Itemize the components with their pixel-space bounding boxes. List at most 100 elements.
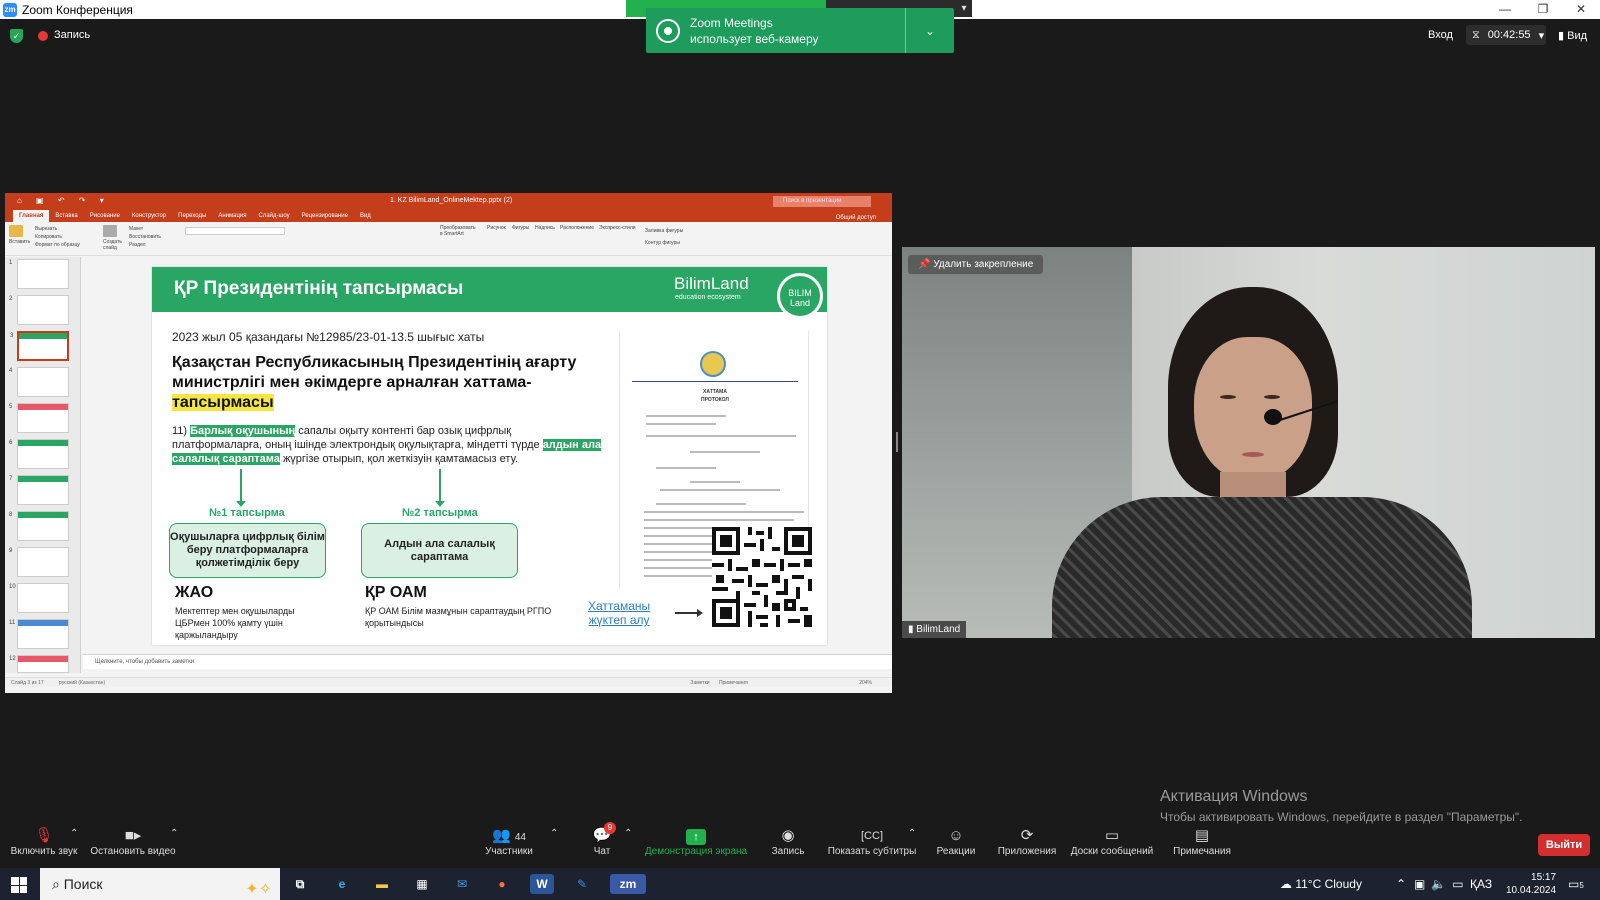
participants-button[interactable]: 👥 44 Участники bbox=[484, 826, 534, 857]
qr-code-icon[interactable] bbox=[712, 527, 812, 627]
chevron-up-icon[interactable]: ⌃ bbox=[70, 828, 78, 839]
store-icon[interactable]: ▦ bbox=[410, 874, 434, 894]
firefox-icon[interactable]: ● bbox=[490, 874, 514, 894]
slide-thumbnail[interactable]: 11 bbox=[9, 619, 69, 649]
layout-button[interactable]: Макет bbox=[129, 225, 161, 233]
unpin-button[interactable]: 📌 Удалить закрепление bbox=[908, 255, 1044, 274]
file-explorer-icon[interactable]: ▬ bbox=[370, 874, 394, 894]
slide-thumbnail[interactable]: 5 bbox=[9, 403, 69, 433]
download-protocol-link[interactable]: Хаттаманы жүктеп алу bbox=[588, 599, 650, 627]
tab-home[interactable]: Главная bbox=[13, 210, 50, 222]
tab-transitions[interactable]: Переходы bbox=[172, 210, 212, 222]
notes-button[interactable]: ▤ Примечания bbox=[1170, 826, 1234, 857]
language-label[interactable]: русский (Казахстан) bbox=[59, 680, 105, 686]
zoom-logo-icon: zm bbox=[3, 2, 17, 17]
shape-fill-button[interactable]: Заливка фигуры bbox=[645, 225, 683, 237]
chevron-down-icon[interactable]: ▾ bbox=[956, 0, 972, 17]
recording-label[interactable]: Запись bbox=[54, 29, 90, 41]
minimize-button[interactable]: — bbox=[1486, 0, 1524, 19]
smartart-button[interactable]: Преобразовать в SmartArt bbox=[440, 225, 478, 237]
slide-thumbnail[interactable]: 10 bbox=[9, 583, 69, 613]
picture-button[interactable]: Рисунок bbox=[487, 225, 506, 231]
copy-button[interactable]: Копировать bbox=[35, 233, 80, 241]
share-screen-button[interactable]: ↑ Демонстрация экрана bbox=[644, 826, 748, 857]
comments-toggle[interactable]: Примечания bbox=[719, 680, 748, 686]
mail-icon[interactable]: ✉ bbox=[450, 874, 474, 894]
slide-thumbnail[interactable]: 4 bbox=[9, 367, 69, 397]
format-painter-button[interactable]: Формат по образцу bbox=[35, 241, 80, 249]
slide-thumbnail[interactable]: 8 bbox=[9, 511, 69, 541]
tab-design[interactable]: Конструктор bbox=[126, 210, 172, 222]
cut-button[interactable]: Вырезать bbox=[35, 225, 80, 233]
slide-thumbnail[interactable]: 7 bbox=[9, 475, 69, 505]
chevron-up-icon[interactable]: ⌃ bbox=[170, 828, 178, 839]
camera-in-use-notification[interactable]: Zoom Meetings использует веб-камеру ⌄ bbox=[646, 8, 954, 53]
slide-thumbnails-pane[interactable]: 1 2 3 4 5 6 7 8 9 10 11 12 bbox=[5, 257, 81, 673]
paste-button[interactable]: Вставить bbox=[9, 225, 30, 245]
reset-button[interactable]: Восстановить bbox=[129, 233, 161, 241]
taskbar-search[interactable]: ⌕ Поиск ✦✧ bbox=[40, 868, 280, 900]
view-button[interactable]: ▮ Вид bbox=[1558, 29, 1587, 42]
split-view-handle[interactable] bbox=[896, 432, 898, 452]
meeting-timer[interactable]: ⧖ 00:42:55 ▾ bbox=[1466, 25, 1546, 45]
ppt-ribbon: Вставить Вырезать Копировать Формат по о… bbox=[5, 222, 892, 256]
textbox-button[interactable]: Надпись bbox=[535, 225, 555, 231]
chevron-up-icon[interactable]: ⌃ bbox=[550, 828, 558, 839]
arrange-button[interactable]: Расположение bbox=[560, 225, 594, 231]
tab-view[interactable]: Вид bbox=[354, 210, 377, 222]
ppt-notes-area[interactable]: Щелкните, чтобы добавить заметки bbox=[83, 654, 892, 669]
new-slide-button[interactable]: Создать слайд bbox=[103, 225, 127, 251]
chevron-up-icon[interactable]: ⌃ bbox=[908, 828, 916, 839]
tab-draw[interactable]: Рисование bbox=[84, 210, 126, 222]
weather-widget[interactable]: ☁ 11°C Cloudy bbox=[1280, 868, 1362, 900]
input-language[interactable]: ҚАЗ bbox=[1470, 868, 1492, 900]
show-captions-button[interactable]: [CC] Показать субтитры bbox=[826, 826, 918, 857]
chevron-up-icon[interactable]: ⌃ bbox=[624, 828, 632, 839]
task-view-icon[interactable]: ⧉ bbox=[288, 874, 312, 894]
slide-thumbnail[interactable]: 9 bbox=[9, 547, 69, 577]
slide-canvas[interactable]: ҚР Президентінің тапсырмасы BilimLand ed… bbox=[152, 267, 827, 645]
enter-label[interactable]: Вход bbox=[1428, 29, 1453, 41]
notifications-icon[interactable]: ▭5 bbox=[1568, 868, 1584, 900]
tab-slideshow[interactable]: Слайд-шоу bbox=[252, 210, 295, 222]
leave-meeting-button[interactable]: Выйти bbox=[1538, 834, 1590, 856]
timer-value: 00:42:55 bbox=[1487, 29, 1531, 41]
restore-button[interactable]: ❐ bbox=[1524, 0, 1562, 19]
paint-icon[interactable]: ✎ bbox=[570, 874, 594, 894]
windows-start-icon[interactable] bbox=[11, 877, 27, 893]
slide-thumbnail-selected[interactable]: 3 bbox=[10, 331, 69, 361]
font-select[interactable] bbox=[185, 227, 285, 235]
slide-thumbnail[interactable]: 12 bbox=[9, 655, 69, 673]
chevron-down-icon[interactable]: ⌄ bbox=[906, 24, 954, 38]
zoom-level[interactable]: 204% bbox=[859, 680, 872, 686]
quick-styles-button[interactable]: Экспресс-стили bbox=[599, 225, 636, 231]
tab-insert[interactable]: Вставка bbox=[49, 210, 83, 222]
apps-button[interactable]: ⟳ Приложения bbox=[994, 826, 1060, 857]
zoom-taskbar-icon[interactable]: zm bbox=[610, 874, 646, 894]
sparkle-icon: ✦✧ bbox=[245, 881, 272, 898]
taskbar-clock[interactable]: 15:17 10.04.2024 bbox=[1506, 871, 1556, 897]
edge-browser-icon[interactable]: e bbox=[330, 874, 354, 894]
section-button[interactable]: Раздел bbox=[129, 241, 161, 249]
slide-thumbnail[interactable]: 6 bbox=[9, 439, 69, 469]
slide-thumbnail[interactable]: 2 bbox=[9, 295, 69, 325]
record-button[interactable]: ◉ Запись bbox=[768, 826, 808, 857]
tray-chevron-up-icon[interactable]: ⌃ bbox=[1396, 868, 1406, 900]
tab-review[interactable]: Рецензирование bbox=[296, 210, 354, 222]
stop-video-button[interactable]: ■▸ Остановить видео bbox=[90, 826, 176, 857]
shield-icon[interactable]: ✓ bbox=[10, 29, 23, 43]
word-icon[interactable]: W bbox=[530, 874, 554, 894]
chat-button[interactable]: 💬 9 Чат bbox=[590, 822, 616, 857]
notes-toggle[interactable]: Заметки bbox=[690, 680, 709, 686]
participant-video-tile[interactable]: 📌 Удалить закрепление ▮ BilimLand bbox=[902, 247, 1595, 638]
shape-outline-button[interactable]: Контур фигуры bbox=[645, 237, 683, 249]
shapes-button[interactable]: Фигуры bbox=[512, 225, 529, 231]
slide-thumbnail[interactable]: 1 bbox=[9, 259, 69, 289]
quick-access-icons[interactable]: ⌂ ▣ ↶ ↷ ▾ bbox=[17, 196, 110, 205]
ppt-search[interactable]: Поиск в презентации bbox=[773, 196, 871, 207]
whiteboards-button[interactable]: ▭ Доски сообщений bbox=[1070, 826, 1154, 857]
reactions-button[interactable]: ☺ Реакции bbox=[934, 826, 978, 857]
tray-icons[interactable]: ▣🔈▭ bbox=[1414, 868, 1470, 900]
tab-animations[interactable]: Анимация bbox=[212, 210, 252, 222]
close-button[interactable]: ✕ bbox=[1562, 0, 1600, 19]
